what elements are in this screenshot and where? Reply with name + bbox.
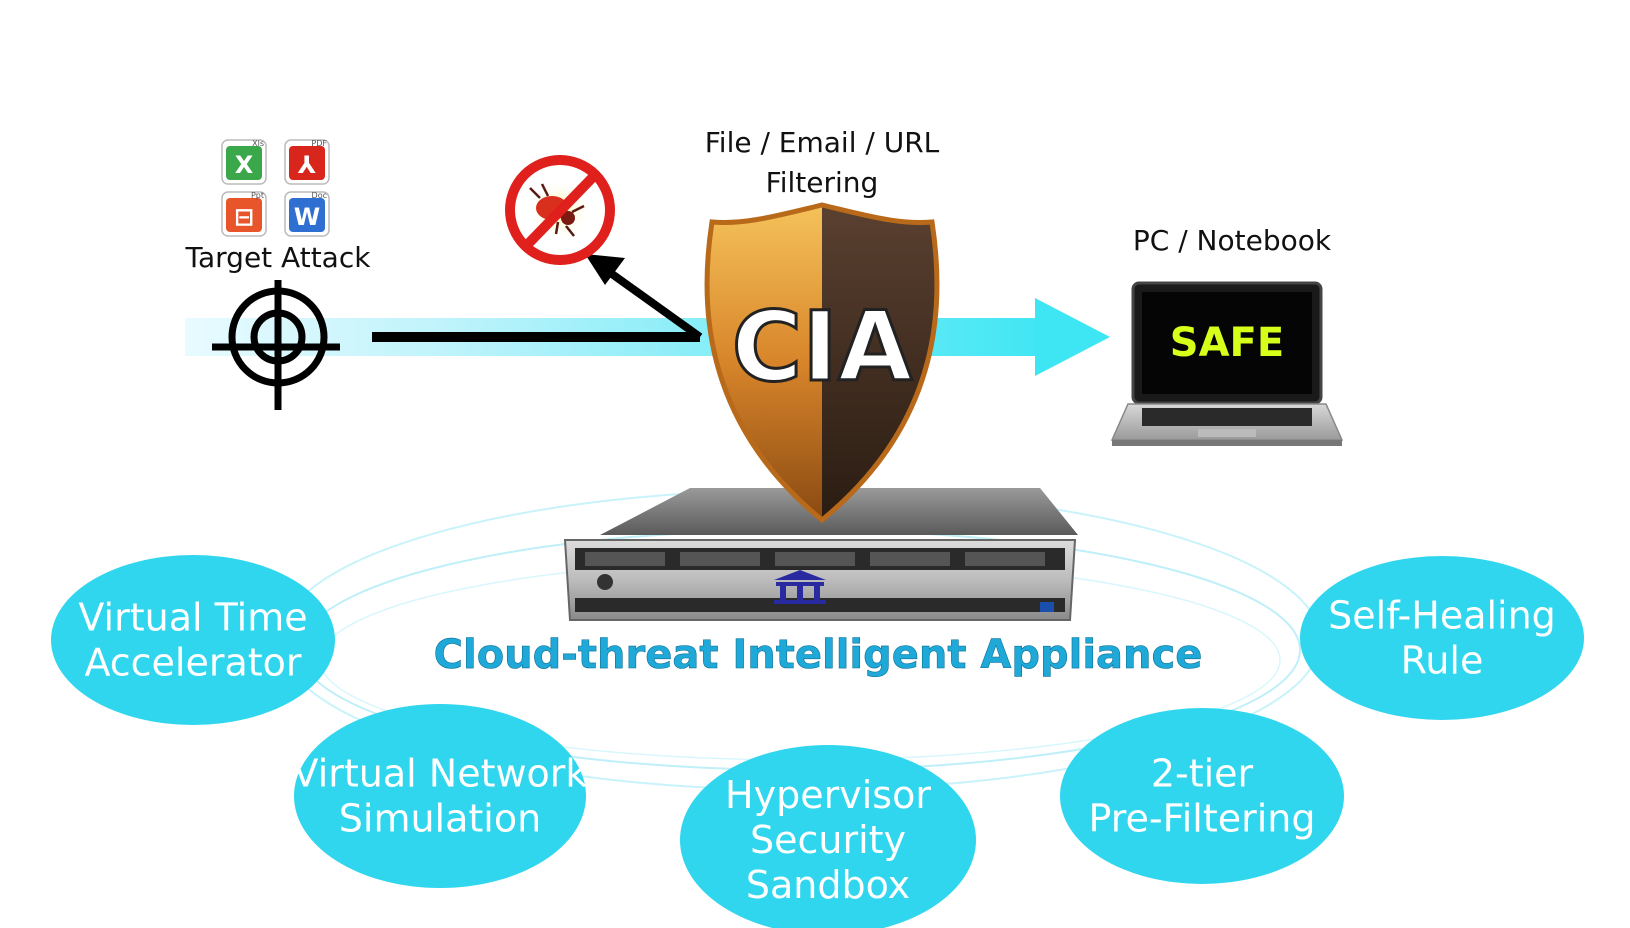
crosshair-icon — [212, 280, 340, 410]
feature-label: Simulation — [339, 797, 541, 841]
word-icon-tag: Doc — [312, 191, 327, 200]
laptop-icon: SAFE — [1110, 281, 1344, 446]
pdf-icon-tag: PDF — [311, 139, 327, 148]
powerpoint-icon-tag: Ppt — [251, 191, 264, 200]
diagram-canvas: X Xls ⅄ PDF ⊟ Ppt W Doc Target Attack File / Em… — [51, 126, 1584, 928]
feature-label: 2-tier — [1151, 752, 1254, 796]
pc-notebook-label: PC / Notebook — [1133, 224, 1332, 257]
target-attack-label: Target Attack — [185, 241, 372, 274]
word-icon-glyph: W — [294, 203, 320, 231]
file-icons: X Xls ⅄ PDF ⊟ Ppt W Doc — [221, 139, 330, 237]
excel-icon-tag: Xls — [252, 139, 264, 148]
no-malware-icon — [505, 155, 615, 265]
feature-label: Security — [750, 818, 906, 862]
pdf-icon: ⅄ PDF — [284, 139, 330, 185]
excel-icon: X Xls — [221, 139, 267, 185]
feature-bubble-two-tier: 2-tierPre-Filtering — [1060, 708, 1344, 884]
filtering-label-line2: Filtering — [766, 166, 879, 199]
feature-label: Hypervisor — [725, 773, 931, 817]
feature-bubble-virtual-time: Virtual TimeAccelerator — [51, 555, 335, 725]
word-icon: W Doc — [284, 191, 330, 237]
feature-bubble-hypervisor: HypervisorSecuritySandbox — [680, 745, 976, 928]
shield-label: CIA — [732, 291, 912, 403]
cia-shield-icon: CIA — [704, 202, 940, 524]
feature-label: Virtual Network — [293, 752, 588, 796]
feature-label: Virtual Time — [78, 596, 307, 640]
feature-label: Pre-Filtering — [1089, 797, 1316, 841]
screen-safe-text: SAFE — [1170, 320, 1284, 366]
feature-bubble-virtual-network: Virtual NetworkSimulation — [293, 704, 588, 888]
feature-bubble-self-healing: Self-HealingRule — [1300, 556, 1584, 720]
feature-label: Sandbox — [746, 863, 910, 907]
excel-icon-glyph: X — [235, 151, 254, 179]
feature-label: Self-Healing — [1328, 594, 1556, 638]
pdf-icon-glyph: ⅄ — [297, 151, 316, 179]
powerpoint-icon: ⊟ Ppt — [221, 191, 267, 237]
feature-label: Accelerator — [84, 641, 301, 685]
appliance-title: Cloud-threat Intelligent Appliance — [434, 632, 1203, 678]
filtering-label-line1: File / Email / URL — [705, 126, 940, 159]
powerpoint-icon-glyph: ⊟ — [234, 203, 254, 231]
feature-label: Rule — [1401, 639, 1484, 683]
